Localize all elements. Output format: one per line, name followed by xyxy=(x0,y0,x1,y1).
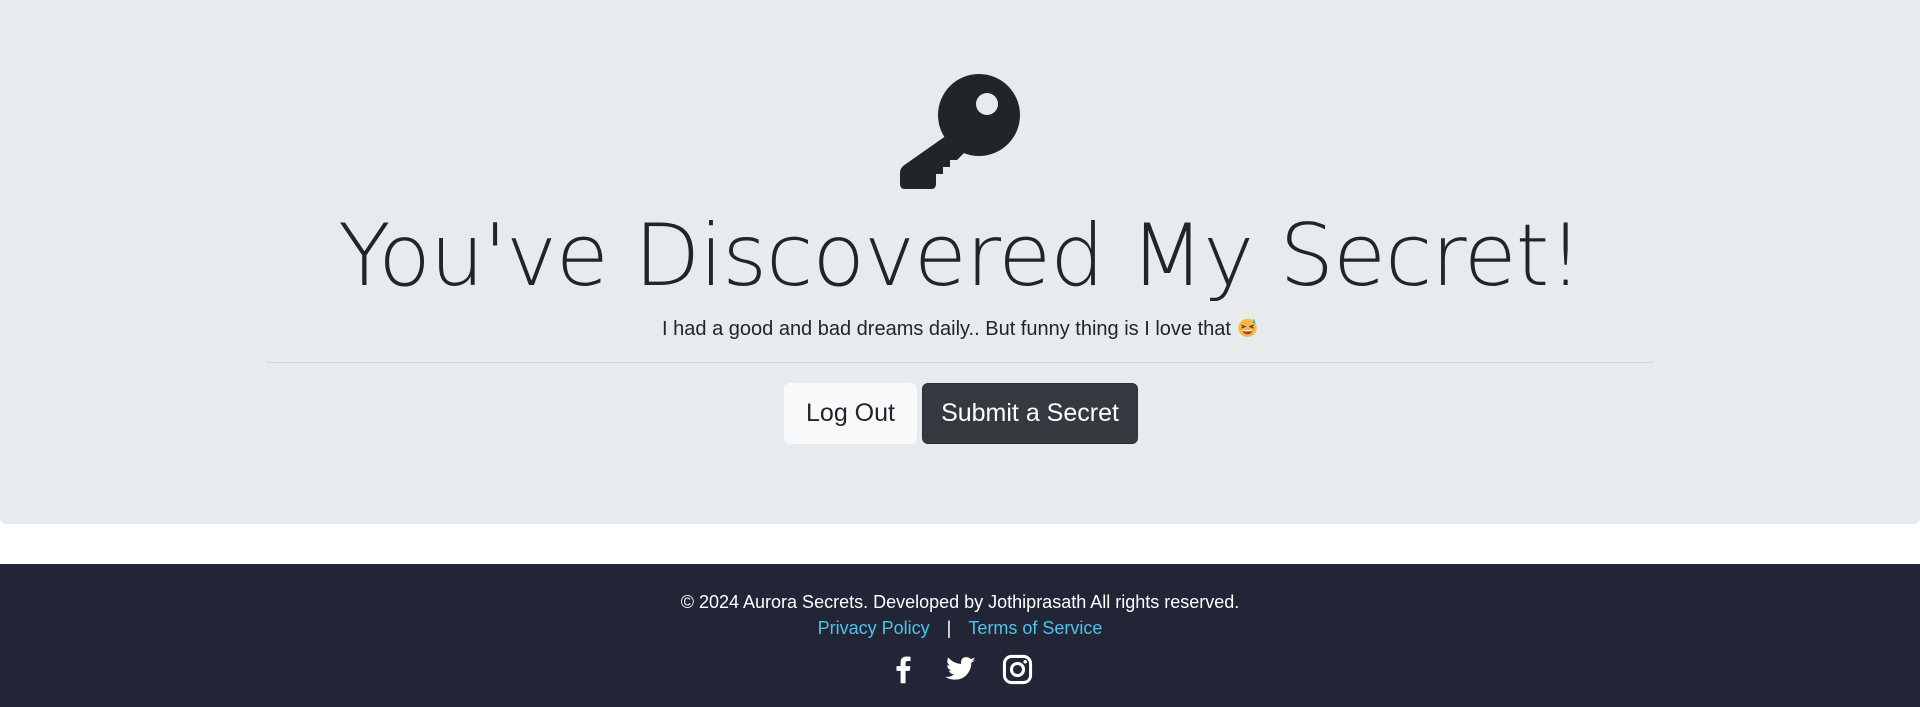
divider xyxy=(266,362,1654,363)
subtitle: I had a good and bad dreams daily.. But … xyxy=(0,314,1920,344)
footer-links: Privacy Policy | Terms of Service xyxy=(0,616,1920,640)
twitter-icon[interactable] xyxy=(944,653,977,686)
logout-button[interactable]: Log Out xyxy=(784,383,917,444)
action-buttons: Log Out Submit a Secret xyxy=(784,383,1138,444)
subtitle-text: I had a good and bad dreams daily.. But … xyxy=(662,318,1231,340)
terms-of-service-link[interactable]: Terms of Service xyxy=(968,618,1102,638)
submit-secret-button[interactable]: Submit a Secret xyxy=(922,383,1138,444)
instagram-icon[interactable] xyxy=(1001,653,1034,686)
hero-section: You've Discovered My Secret! I had a goo… xyxy=(0,0,1920,524)
social-links xyxy=(0,653,1920,686)
grinning-squinting-sweat-emoji-icon xyxy=(1237,317,1258,338)
page-title: You've Discovered My Secret! xyxy=(338,206,1583,306)
privacy-policy-link[interactable]: Privacy Policy xyxy=(818,618,930,638)
copyright-text: © 2024 Aurora Secrets. Developed by Joth… xyxy=(680,592,1240,612)
footer: © 2024 Aurora Secrets. Developed by Joth… xyxy=(0,564,1920,707)
facebook-icon[interactable] xyxy=(887,653,920,686)
key-icon xyxy=(897,73,1021,197)
link-separator: | xyxy=(946,618,952,638)
